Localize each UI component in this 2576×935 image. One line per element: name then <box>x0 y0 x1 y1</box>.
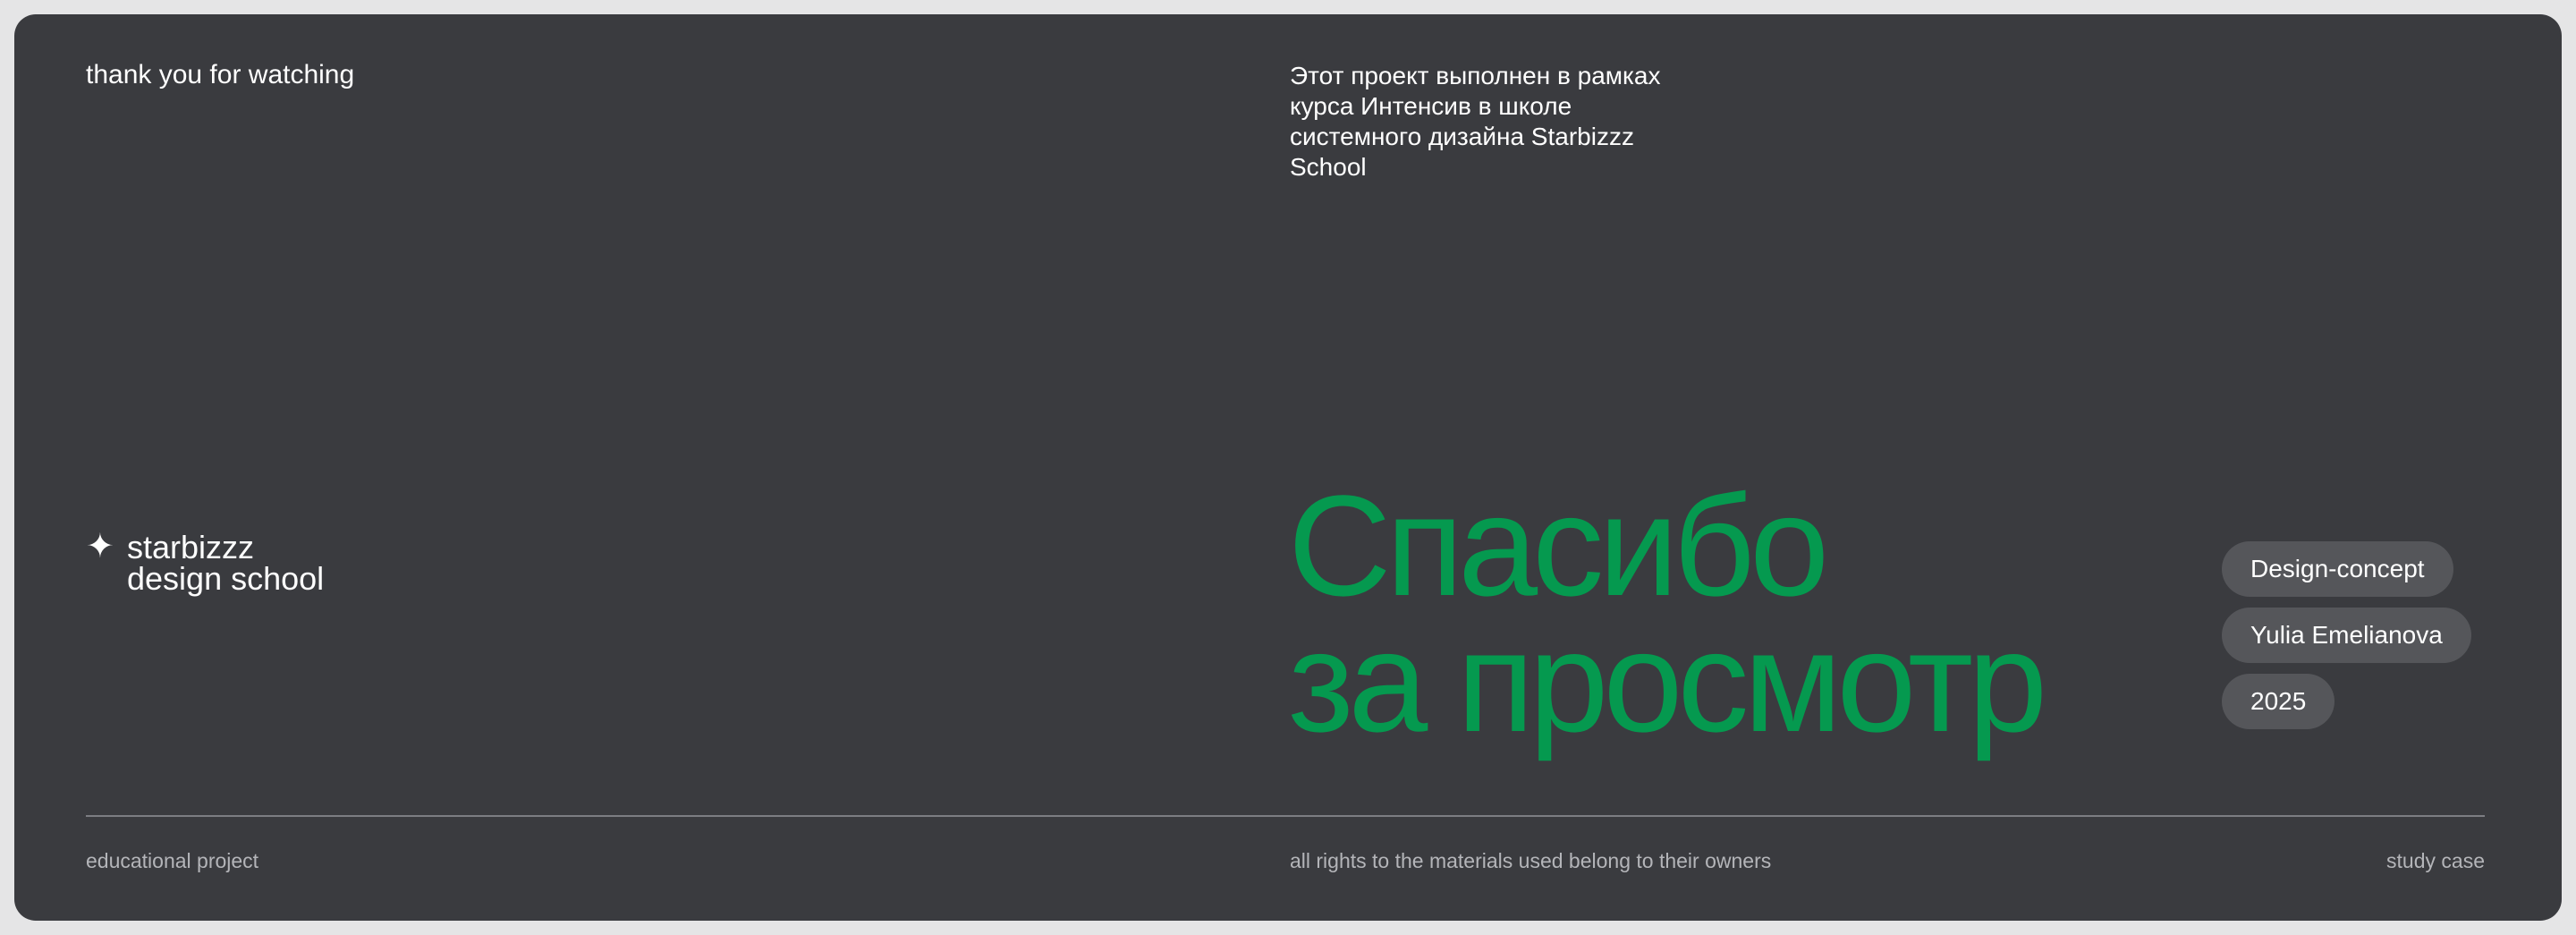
thank-you-caption: thank you for watching <box>86 60 355 89</box>
footer-study-case: study case <box>2386 849 2485 872</box>
school-logo: ✦ starbizzz design school <box>86 528 325 597</box>
logo-line-1: starbizzz <box>127 529 255 565</box>
slide-card: thank you for watching Этот проект выпол… <box>14 14 2562 921</box>
logo-wordmark: starbizzz design school <box>127 529 325 597</box>
logo-line-2: design school <box>127 560 325 597</box>
footer-rights-notice: all rights to the materials used belong … <box>1290 849 1772 872</box>
footer-divider <box>86 815 2485 817</box>
tag-design-concept: Design-concept <box>2222 541 2453 597</box>
tag-author: Yulia Emelianova <box>2222 608 2471 663</box>
headline-line-1: Спасибо <box>1288 465 1829 625</box>
headline: Спасибо за просмотр <box>1288 465 2047 761</box>
project-description: Этот проект выполнен в рамках курса Инте… <box>1290 62 1661 181</box>
four-point-star-icon: ✦ <box>86 528 114 565</box>
tag-year: 2025 <box>2222 674 2335 729</box>
headline-line-2: за просмотр <box>1288 601 2047 761</box>
tag-list: Design-concept Yulia Emelianova 2025 <box>2222 541 2471 729</box>
footer-educational-project: educational project <box>86 849 259 872</box>
